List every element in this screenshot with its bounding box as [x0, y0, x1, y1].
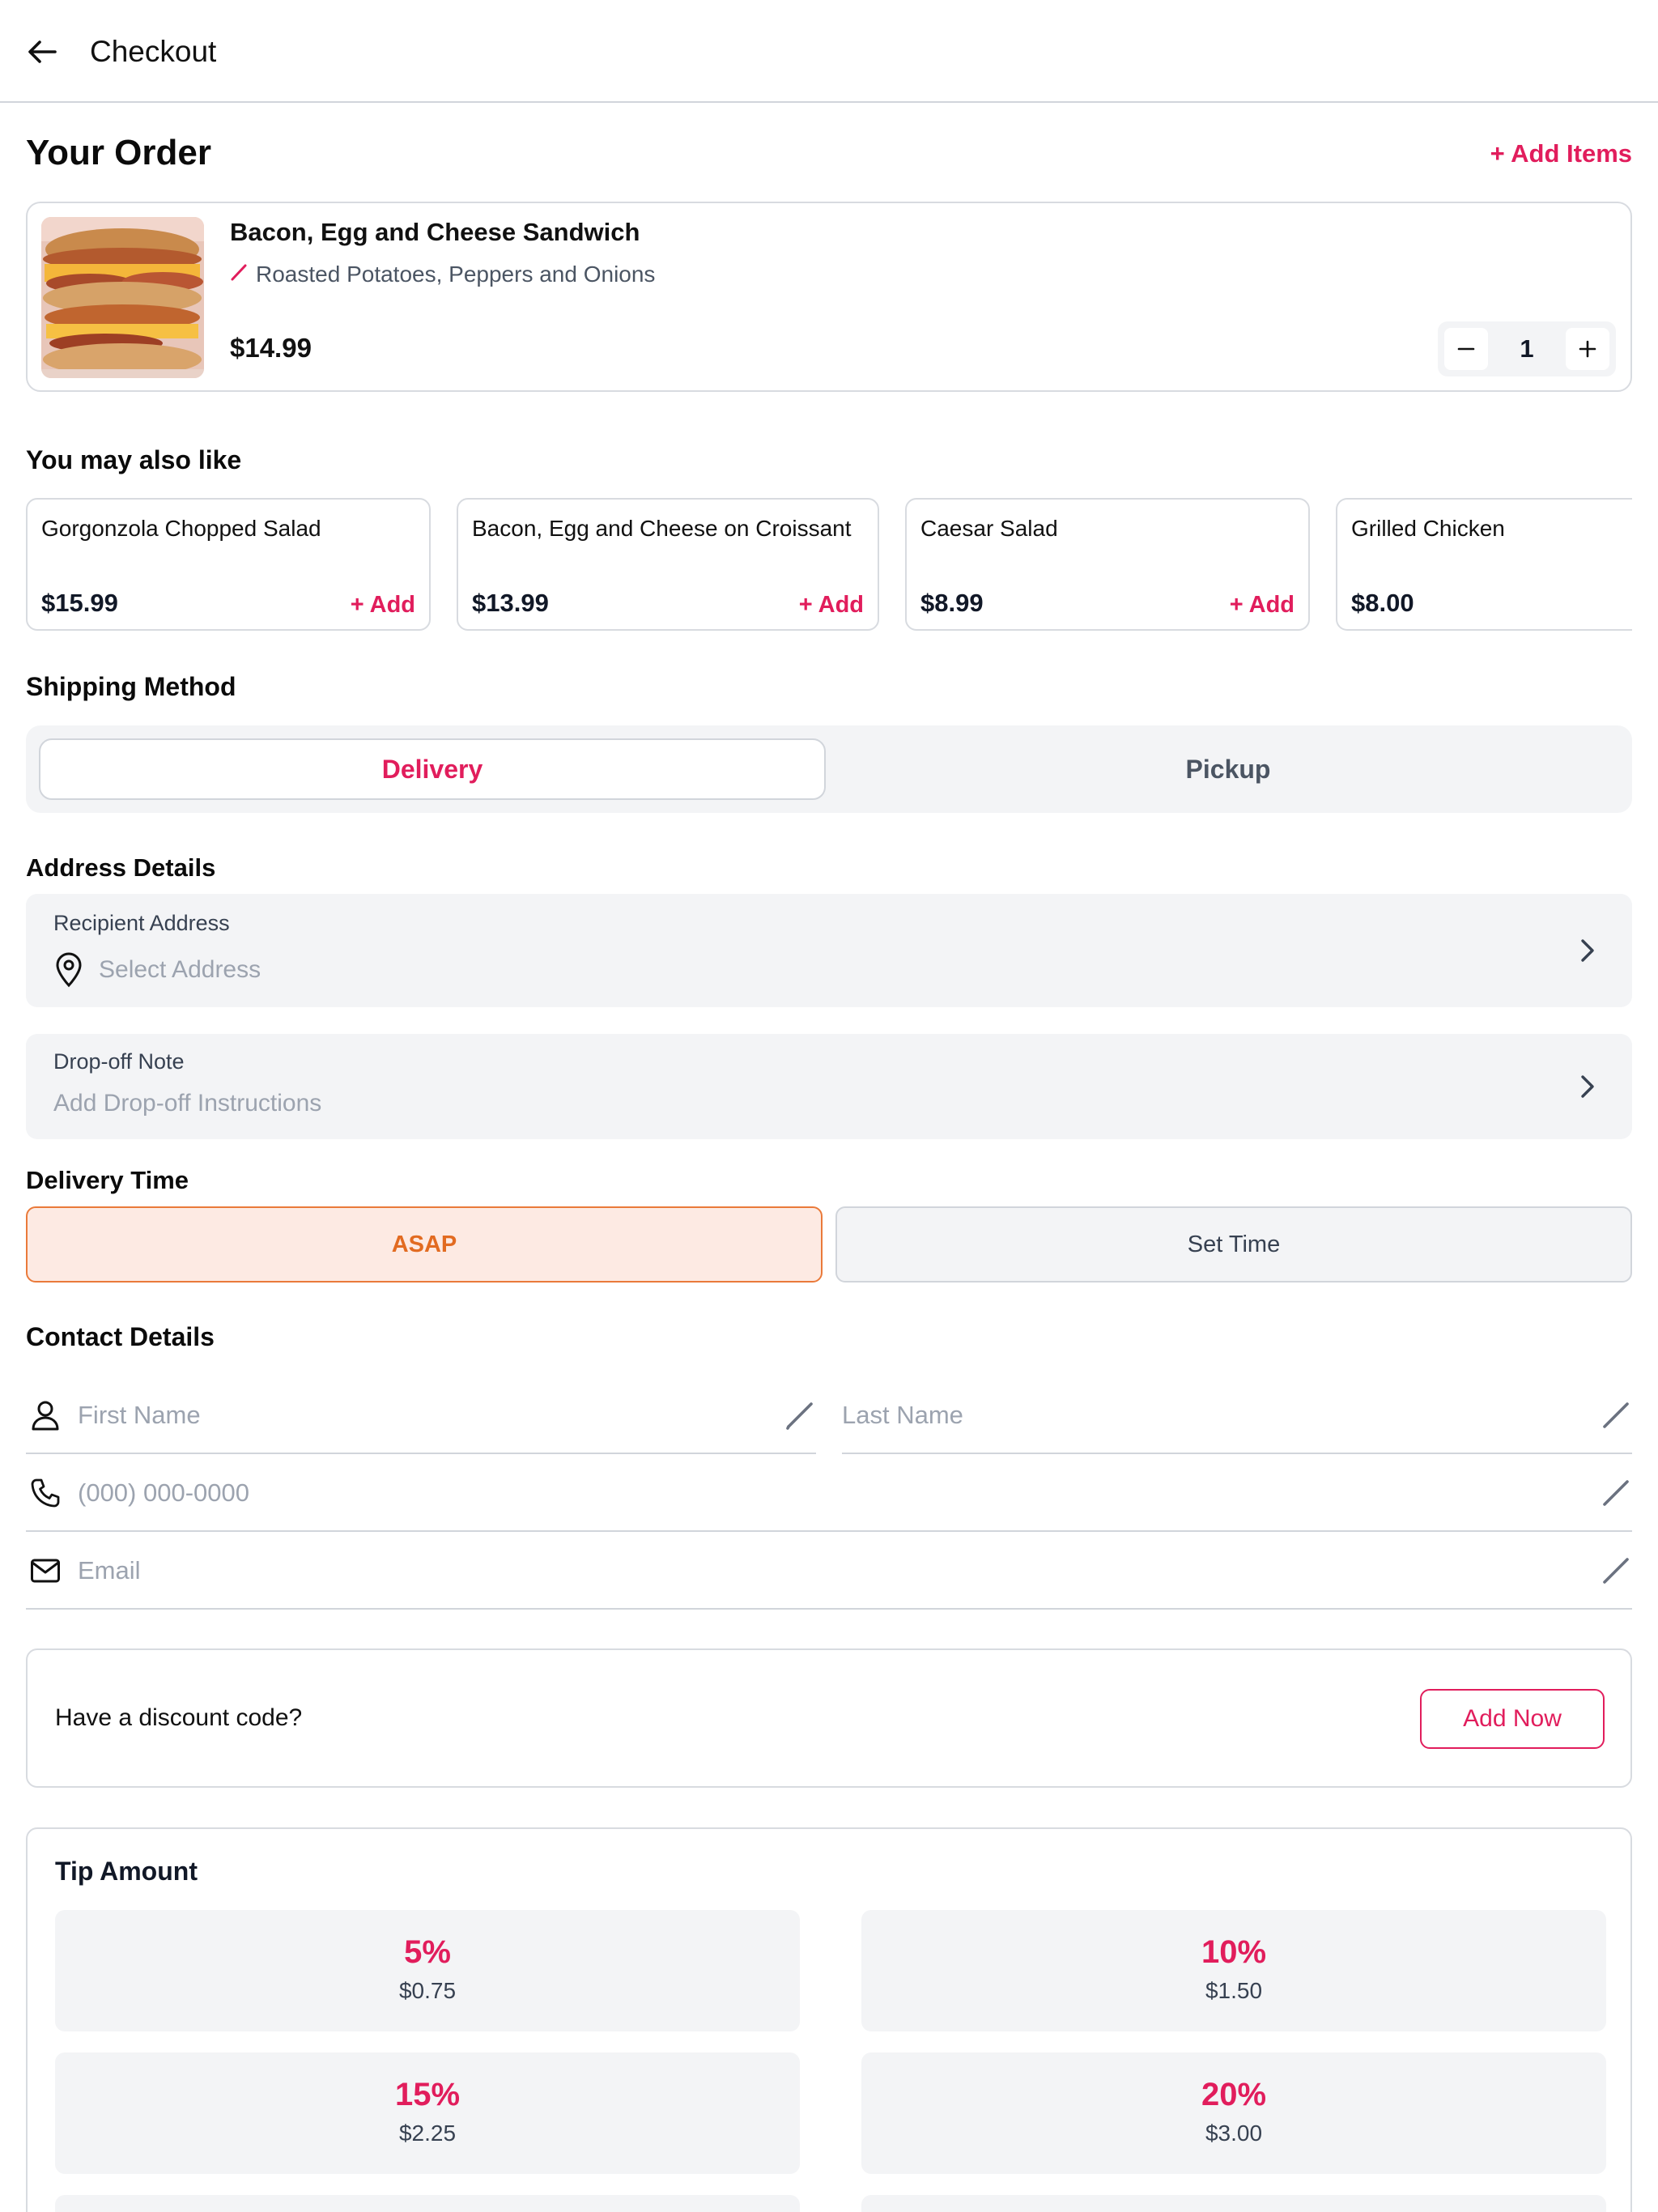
first-name-placeholder: First Name	[78, 1401, 201, 1429]
phone-field[interactable]: (000) 000-0000	[26, 1454, 1632, 1532]
carousel-clip	[1632, 486, 1658, 648]
recommendations-heading: You may also like	[26, 445, 242, 474]
increase-quantity-button[interactable]	[1566, 328, 1609, 370]
recommendation-price: $13.99	[472, 589, 549, 617]
tip-option-20[interactable]: 20% $3.00	[861, 2052, 1606, 2174]
chevron-right-icon	[1575, 1070, 1600, 1103]
pencil-icon[interactable]	[1600, 1555, 1632, 1587]
address-details-heading: Address Details	[26, 853, 216, 882]
add-recommendation-button[interactable]: + Add	[799, 589, 864, 621]
chevron-right-icon	[1575, 934, 1600, 967]
back-arrow-icon[interactable]	[23, 29, 62, 74]
delivery-time-heading: Delivery Time	[26, 1166, 189, 1194]
phone-icon	[29, 1477, 62, 1509]
recommendation-price: $15.99	[41, 589, 118, 617]
tip-amount: $2.25	[398, 2121, 457, 2146]
last-name-placeholder: Last Name	[842, 1401, 963, 1429]
contact-details-heading: Contact Details	[26, 1322, 215, 1351]
recommendation-name: Grilled Chicken	[1351, 516, 1505, 541]
tip-amount-heading: Tip Amount	[55, 1857, 198, 1886]
tip-option-10[interactable]: 10% $1.50	[861, 1910, 1606, 2031]
top-bar: Checkout	[0, 0, 1658, 103]
sandwich-image	[41, 217, 204, 378]
tip-percent: 20%	[1201, 2077, 1267, 2112]
order-item-modifier-text: Roasted Potatoes, Peppers and Onions	[256, 262, 656, 287]
asap-option[interactable]: ASAP	[26, 1206, 823, 1283]
location-pin-icon	[53, 952, 84, 988]
last-name-field[interactable]: Last Name	[842, 1376, 1632, 1454]
recommendation-card[interactable]: Grilled Chicken $8.00	[1336, 498, 1658, 631]
tip-percent: 10%	[1201, 1934, 1267, 1970]
order-item-modifier: Roasted Potatoes, Peppers and Onions	[230, 258, 655, 291]
drop-off-note-field[interactable]: Drop-off Note Add Drop-off Instructions	[26, 1034, 1632, 1139]
recommendation-name: Bacon, Egg and Cheese on Croissant	[472, 516, 852, 541]
tip-amount: $0.75	[398, 1978, 457, 2003]
page-title: Checkout	[90, 35, 217, 68]
phone-placeholder: (000) 000-0000	[78, 1478, 249, 1507]
decrease-quantity-button[interactable]	[1444, 328, 1488, 370]
tip-amount: $1.50	[1205, 1978, 1263, 2003]
minus-icon	[1457, 347, 1475, 351]
tip-option-custom[interactable]	[861, 2195, 1606, 2212]
add-recommendation-button[interactable]: + Add	[351, 589, 415, 621]
mail-icon	[29, 1555, 62, 1587]
order-item-card: Bacon, Egg and Cheese Sandwich Roasted P…	[26, 202, 1632, 392]
tip-option-15[interactable]: 15% $2.25	[55, 2052, 800, 2174]
tip-option-more[interactable]	[55, 2195, 800, 2212]
recommendation-price: $8.00	[1351, 589, 1414, 617]
email-field[interactable]: Email	[26, 1532, 1632, 1610]
set-time-option[interactable]: Set Time	[835, 1206, 1632, 1283]
tip-amount: $3.00	[1205, 2121, 1263, 2146]
recommendation-name: Gorgonzola Chopped Salad	[41, 516, 321, 541]
recommendation-price: $8.99	[920, 589, 984, 617]
email-placeholder: Email	[78, 1556, 141, 1585]
shipping-method-toggle: Delivery Pickup	[26, 725, 1632, 813]
recommendation-card[interactable]: Bacon, Egg and Cheese on Croissant $13.9…	[457, 498, 879, 631]
recipient-address-field[interactable]: Recipient Address Select Address	[26, 894, 1632, 1007]
recommendation-name: Caesar Salad	[920, 516, 1058, 541]
pencil-icon[interactable]	[1600, 1399, 1632, 1431]
tip-card: Tip Amount 5% $0.75 10% $1.50 15% $2.25 …	[26, 1827, 1632, 2212]
first-name-field[interactable]: First Name	[26, 1376, 816, 1454]
pencil-icon[interactable]	[1600, 1477, 1632, 1509]
user-icon	[29, 1399, 62, 1431]
order-item-name: Bacon, Egg and Cheese Sandwich	[230, 218, 640, 246]
discount-card: Have a discount code? Add Now	[26, 1648, 1632, 1788]
tip-option-5[interactable]: 5% $0.75	[55, 1910, 800, 2031]
add-recommendation-button[interactable]: + Add	[1230, 589, 1295, 621]
order-item-price: $14.99	[230, 333, 312, 363]
recommendation-card[interactable]: Caesar Salad $8.99 + Add	[905, 498, 1310, 631]
drop-off-note-placeholder: Add Drop-off Instructions	[53, 1090, 322, 1117]
drop-off-note-label: Drop-off Note	[53, 1049, 185, 1074]
recommendation-card[interactable]: Gorgonzola Chopped Salad $15.99 + Add	[26, 498, 431, 631]
discount-prompt: Have a discount code?	[55, 1704, 303, 1731]
quantity-stepper: 1	[1438, 321, 1616, 376]
add-items-link[interactable]: + Add Items	[1490, 138, 1632, 170]
tip-percent: 5%	[404, 1934, 451, 1970]
your-order-heading: Your Order	[26, 133, 212, 172]
pickup-option[interactable]: Pickup	[835, 738, 1621, 800]
shipping-method-heading: Shipping Method	[26, 672, 236, 701]
add-discount-button[interactable]: Add Now	[1420, 1689, 1605, 1749]
delivery-option[interactable]: Delivery	[39, 738, 826, 800]
plus-icon	[1579, 340, 1596, 358]
recipient-address-placeholder: Select Address	[99, 956, 261, 983]
quantity-value: 1	[1520, 334, 1534, 363]
edit-slash-icon	[230, 258, 248, 291]
pencil-icon[interactable]	[784, 1399, 816, 1431]
tip-percent: 15%	[394, 2077, 461, 2112]
recipient-address-label: Recipient Address	[53, 911, 230, 935]
